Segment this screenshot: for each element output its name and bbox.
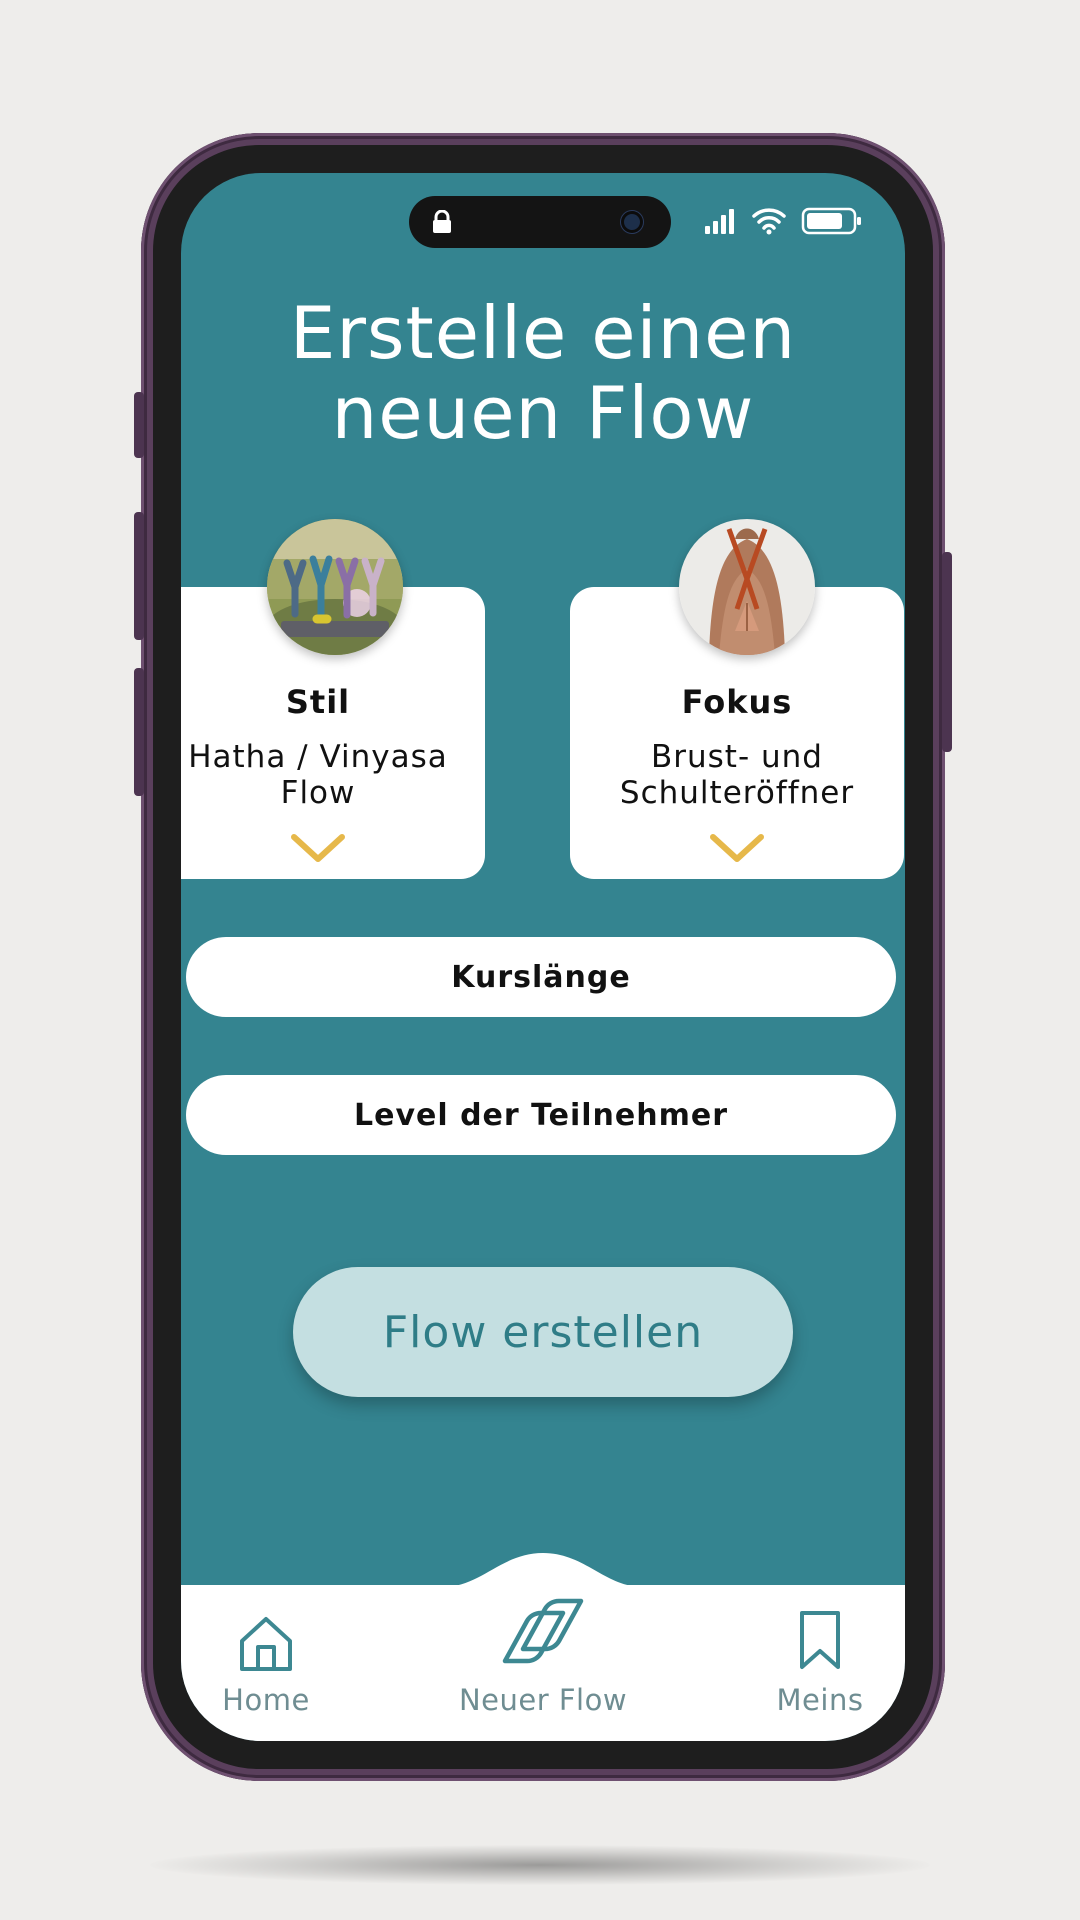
tab-home[interactable]: Home [201, 1585, 331, 1741]
focus-card-value-line-1: Brust- und [651, 739, 823, 775]
tab-new-flow[interactable]: Neuer Flow [423, 1585, 663, 1741]
signal-icon [705, 209, 734, 234]
tab-meins-label: Meins [776, 1683, 864, 1717]
chevron-down-icon[interactable] [707, 831, 767, 867]
wifi-icon [752, 208, 786, 230]
course-length-button[interactable]: Kurslänge [186, 937, 896, 1017]
power-button [942, 552, 952, 752]
back-stretch-photo [679, 519, 815, 655]
volume-down-button [134, 668, 144, 796]
tab-meins[interactable]: Meins [755, 1585, 885, 1741]
dynamic-island [409, 196, 671, 248]
chevron-down-icon[interactable] [288, 831, 348, 867]
status-icons [705, 207, 861, 235]
focus-card-value: Brust- und Schulteröffner [570, 739, 904, 811]
create-flow-label: Flow erstellen [382, 1306, 704, 1358]
participant-level-label: Level der Teilnehmer [353, 1097, 728, 1133]
app-screen: Erstelle einen neuen Flow Stil Hatha / V… [181, 173, 905, 1741]
camera-icon [621, 211, 643, 233]
group-yoga-outdoors-photo [267, 519, 403, 655]
style-card-heading: Stil [285, 683, 351, 721]
flow-logo-icon [502, 1598, 584, 1664]
lock-icon [433, 210, 451, 233]
style-card-value: Hatha / Vinyasa Flow [181, 739, 485, 811]
page-title-line-2: neuen Flow [331, 371, 755, 455]
create-flow-button[interactable]: Flow erstellen [293, 1267, 793, 1397]
page-title-line-1: Erstelle einen [289, 291, 797, 375]
style-card-value-line-1: Hatha / Vinyasa [188, 739, 448, 775]
tab-new-flow-label: Neuer Flow [458, 1683, 628, 1717]
tab-home-label: Home [222, 1683, 310, 1717]
phone-shadow [150, 1845, 930, 1885]
style-card-value-line-2: Flow [280, 775, 356, 811]
page-title: Erstelle einen neuen Flow [181, 293, 905, 453]
home-icon [240, 1617, 292, 1671]
silent-switch [134, 392, 144, 458]
participant-level-button[interactable]: Level der Teilnehmer [186, 1075, 896, 1155]
bookmark-icon [800, 1611, 840, 1669]
focus-card-value-line-2: Schulteröffner [619, 775, 855, 811]
course-length-label: Kurslänge [451, 959, 631, 995]
volume-up-button [134, 512, 144, 640]
bottom-tab-bar: Home Neuer Flow Meins [181, 1585, 905, 1741]
battery-icon [801, 207, 861, 235]
focus-card-heading: Fokus [681, 683, 793, 721]
